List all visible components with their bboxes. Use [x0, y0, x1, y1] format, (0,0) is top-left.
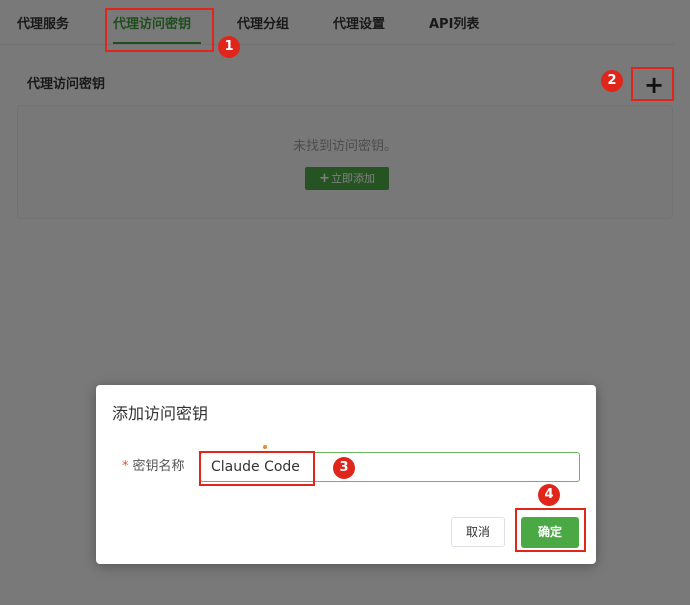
step-marker-2: 2	[601, 70, 623, 92]
required-mark: *	[122, 459, 129, 474]
step-marker-4: 4	[538, 484, 560, 506]
focus-dot	[263, 445, 267, 449]
confirm-button[interactable]: 确定	[521, 517, 579, 548]
dialog-title: 添加访问密钥	[112, 404, 209, 423]
key-name-input[interactable]	[200, 452, 580, 482]
cancel-button[interactable]: 取消	[451, 517, 505, 547]
key-name-label-text: 密钥名称	[132, 459, 185, 474]
key-name-label: * 密钥名称	[122, 458, 185, 476]
step-marker-3: 3	[333, 457, 355, 479]
step-marker-1: 1	[218, 36, 240, 58]
